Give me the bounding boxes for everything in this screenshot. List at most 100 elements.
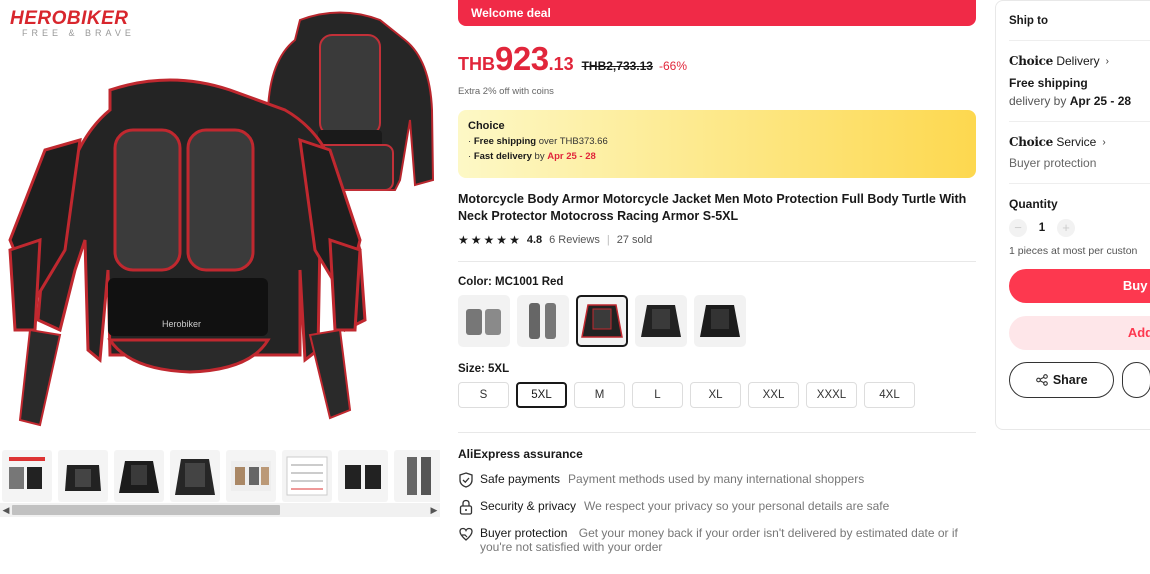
size-option[interactable]: XXXL: [806, 382, 857, 408]
scroll-right-icon[interactable]: ▶: [428, 503, 440, 517]
thumbnail-strip: [0, 450, 440, 505]
reviews-link[interactable]: 6 Reviews: [549, 234, 600, 246]
size-option[interactable]: 5XL: [516, 382, 567, 408]
original-price: THB2,733.13: [581, 59, 653, 73]
star-icon: ★: [483, 233, 495, 247]
color-option-jacket-black-2[interactable]: [694, 295, 746, 347]
share-icon: [1035, 374, 1048, 386]
product-title: Motorcycle Body Armor Motorcycle Jacket …: [458, 192, 967, 223]
color-option-shorts-gray[interactable]: [458, 295, 510, 347]
choice-fast-delivery: · Fast delivery by Apr 25 - 28: [468, 151, 596, 162]
assurance-security-privacy: Security & privacy We respect your priva…: [458, 499, 976, 515]
share-row: Share: [1009, 362, 1150, 398]
star-icon: ★: [496, 233, 508, 247]
thumbnail-item[interactable]: [226, 450, 276, 502]
thumbnail-item[interactable]: [58, 450, 108, 502]
main-product-image[interactable]: Herobiker: [0, 0, 440, 440]
price-integer: 923: [495, 40, 549, 77]
quantity-plus-button[interactable]: +: [1057, 219, 1075, 237]
delivery-label: Delivery: [1056, 54, 1100, 68]
rating-value: 4.8: [526, 234, 543, 246]
jacket-illustration: Herobiker: [8, 11, 435, 427]
welcome-deal-banner: Welcome deal: [458, 0, 976, 26]
svg-text:Herobiker: Herobiker: [162, 319, 201, 329]
thumbnail-item[interactable]: [2, 450, 52, 502]
size-label: Size: 5XL: [458, 363, 510, 375]
buyer-protection-label: Buyer protection: [1009, 156, 1097, 170]
color-option-pants-gray[interactable]: [517, 295, 569, 347]
scrollbar-thumb[interactable]: [12, 505, 280, 515]
assurance-safe-payments: Safe payments Payment methods used by ma…: [458, 472, 976, 488]
size-option[interactable]: M: [574, 382, 625, 408]
thumbnail-item[interactable]: [282, 450, 332, 502]
thumbnail-item[interactable]: [114, 450, 164, 502]
quantity-limit-note: 1 pieces at most per custon: [1009, 245, 1138, 257]
purchase-panel: Ship to Choice Delivery › Free shipping …: [995, 0, 1150, 430]
share-label: Share: [1052, 373, 1088, 387]
quantity-minus-button[interactable]: −: [1009, 219, 1027, 237]
service-label: Service: [1056, 135, 1097, 149]
quantity-stepper: − 1 +: [1009, 219, 1150, 237]
coins-note: Extra 2% off with coins: [458, 86, 554, 97]
price-currency: THB: [458, 54, 495, 74]
shield-check-icon: [459, 472, 473, 488]
size-option[interactable]: S: [458, 382, 509, 408]
scroll-left-icon[interactable]: ◀: [0, 503, 12, 517]
divider: [1009, 121, 1150, 122]
star-icon: ★: [470, 233, 482, 247]
star-icon: ★: [509, 233, 520, 247]
add-to-cart-button[interactable]: Add to: [1009, 316, 1150, 350]
color-option-jacket-red[interactable]: [576, 295, 628, 347]
quantity-value[interactable]: 1: [1037, 222, 1047, 234]
price-row: THB 923 .13 THB2,733.13 -66%: [458, 40, 976, 78]
separator: |: [606, 234, 610, 246]
thumbnail-item[interactable]: [338, 450, 388, 502]
assurance-name: Safe payments: [480, 472, 561, 486]
size-option[interactable]: 4XL: [864, 382, 915, 408]
choice-logo-text: Choice: [1009, 135, 1053, 149]
choice-title: Choice: [468, 120, 505, 132]
share-button[interactable]: Share: [1009, 362, 1115, 398]
thumbnail-scrollbar[interactable]: ◀ ▶: [0, 503, 440, 517]
size-option[interactable]: XXL: [748, 382, 799, 408]
jacket-front-view: Herobiker: [8, 78, 367, 427]
chevron-right-icon: ›: [1102, 136, 1106, 148]
delivery-date: delivery by Apr 25 - 28: [1009, 94, 1132, 108]
brand-logo: HEROBIKER FREE & BRAVE: [10, 8, 135, 38]
choice-logo-text: Choice: [1009, 54, 1053, 68]
wishlist-button[interactable]: [1122, 362, 1150, 398]
size-option[interactable]: XL: [690, 382, 741, 408]
divider: [458, 261, 976, 262]
choice-benefits-box[interactable]: Choice · Free shipping over THB373.66 · …: [458, 110, 976, 178]
assurance-name: Security & privacy: [480, 499, 577, 513]
buy-now-button[interactable]: Buy n: [1009, 269, 1150, 303]
rating-row: ★ ★ ★ ★ ★ 4.8 6 Reviews | 27 sold: [458, 234, 976, 246]
thumbnail-item[interactable]: [394, 450, 440, 502]
color-option-jacket-black[interactable]: [635, 295, 687, 347]
product-gallery: Herobiker HEROBIKER FREE & BRAVE ◀ ▶: [0, 0, 440, 574]
size-option[interactable]: L: [632, 382, 683, 408]
free-shipping-label: Free shipping: [1009, 76, 1088, 90]
choice-delivery-row[interactable]: Choice Delivery ›: [1009, 54, 1150, 68]
divider: [458, 432, 976, 433]
thumbnail-item[interactable]: [170, 450, 220, 502]
assurance-title: AliExpress assurance: [458, 447, 583, 461]
color-swatches: [458, 295, 976, 347]
ship-to-label[interactable]: Ship to: [1009, 15, 1150, 27]
heart-hand-icon: [459, 527, 473, 541]
assurance-desc: We respect your privacy so your personal…: [584, 499, 890, 513]
choice-service-row[interactable]: Choice Service ›: [1009, 135, 1150, 149]
divider: [1009, 40, 1150, 41]
star-icon: ★: [458, 233, 469, 247]
star-rating: ★ ★ ★ ★ ★: [458, 234, 520, 246]
quantity-label: Quantity: [1009, 197, 1058, 211]
assurance-name: Buyer protection: [480, 526, 568, 540]
choice-free-shipping: · Free shipping over THB373.66: [468, 136, 608, 147]
discount-badge: -66%: [658, 59, 687, 73]
assurance-desc: Payment methods used by many internation…: [568, 472, 865, 486]
brand-tagline: FREE & BRAVE: [22, 28, 135, 38]
chevron-right-icon: ›: [1105, 55, 1110, 67]
assurance-buyer-protection: Buyer protection Get your money back if …: [458, 526, 976, 554]
product-info: Welcome deal THB 923 .13 THB2,733.13 -66…: [458, 0, 976, 554]
divider: [1009, 183, 1150, 184]
